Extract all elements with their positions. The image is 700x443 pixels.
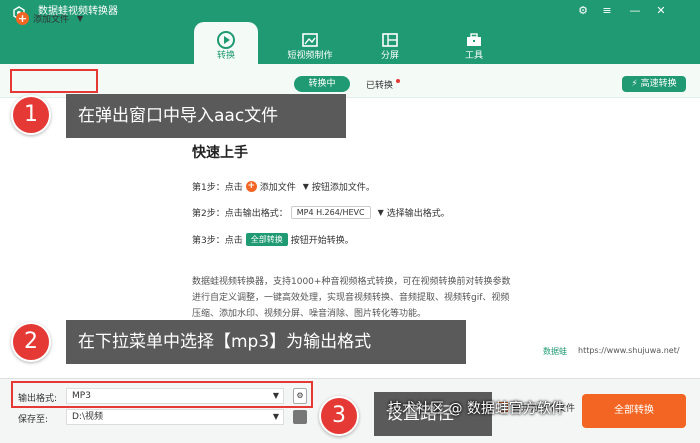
tab-label: 转换 — [216, 51, 235, 61]
watermark: 技术社区 @ 数据蛙官方软件 — [388, 401, 565, 417]
step-text: 按钮开始转换。 — [290, 236, 354, 246]
highlight-box-add-file — [10, 69, 98, 93]
toolbox-icon — [467, 33, 481, 46]
split-screen-icon — [382, 33, 398, 47]
tab-tools[interactable]: 工具 — [442, 22, 506, 64]
minimize-button[interactable]: — — [628, 4, 642, 18]
format-chip: MP4 H.264/HEVC — [290, 206, 371, 219]
plus-icon: + — [16, 11, 29, 25]
add-file-button[interactable]: + 添加文件 ▼ — [16, 10, 83, 26]
close-button[interactable]: ✕ — [654, 4, 668, 18]
step-number-2: 2 — [11, 322, 51, 362]
video-make-icon — [302, 33, 318, 47]
folder-icon[interactable] — [293, 410, 307, 424]
step-text: 第1步：点击 — [192, 183, 243, 193]
settings-icon[interactable]: ⚙ — [576, 4, 590, 18]
lightning-icon: ⚡ — [631, 79, 638, 89]
convert-icon — [217, 31, 235, 49]
tab-converting[interactable]: 转换中 — [294, 76, 350, 92]
step-number-3: 3 — [319, 396, 359, 436]
callout-2: 在下拉菜单中选择【mp3】为输出格式 — [66, 320, 466, 364]
tab-split-screen[interactable]: 分屏 — [358, 22, 422, 64]
app-description: 数据蛙视频转换器，支持1000+种音视频格式转换，可在视频转换前对转换参数进行自… — [192, 277, 511, 319]
tab-label: 分屏 — [380, 51, 399, 61]
step-text: 选择输出格式。 — [386, 209, 450, 219]
menu-icon[interactable]: ≡ — [600, 4, 614, 18]
tab-short-video[interactable]: 短视频制作 — [278, 22, 342, 64]
fast-convert-button[interactable]: ⚡ 高速转换 — [622, 76, 686, 92]
callout-1: 在弹出窗口中导入aac文件 — [66, 94, 346, 138]
chevron-down-icon: ▼ — [377, 208, 384, 217]
chevron-down-icon: ▼ — [302, 182, 309, 191]
quick-start-title: 快速上手 — [192, 145, 248, 161]
highlight-box-output-format — [11, 381, 313, 408]
step-2: 第2步：点击输出格式： MP4 H.264/HEVC ▼ 选择输出格式。 — [192, 206, 450, 219]
chevron-down-icon[interactable]: ▼ — [77, 14, 83, 23]
tab-converted[interactable]: 已转换 — [366, 78, 393, 91]
notification-dot — [396, 79, 400, 83]
convert-all-button[interactable]: 全部转换 — [582, 394, 686, 428]
step-text: 按钮添加文件。 — [311, 183, 375, 193]
brand-logo-text: 数据蛙 — [543, 347, 567, 356]
tab-label: 短视频制作 — [287, 51, 333, 61]
tab-convert[interactable]: 转换 — [194, 22, 258, 64]
website-url[interactable]: https://www.shujuwa.net/ — [578, 346, 680, 355]
step-text: 第2步：点击输出格式： — [192, 209, 288, 219]
step-3: 第3步：点击 全部转换 按钮开始转换。 — [192, 233, 354, 246]
save-path-input[interactable]: D:\视频 ▼ — [66, 409, 284, 425]
save-to-label: 保存至: — [18, 415, 49, 425]
add-file-label: 添加文件 — [33, 14, 70, 25]
step-text: 第3步：点击 — [192, 236, 243, 246]
chevron-down-icon: ▼ — [272, 412, 279, 421]
step-number-1: 1 — [11, 95, 51, 135]
toolbar — [0, 64, 700, 98]
fast-convert-label: 高速转换 — [640, 79, 677, 89]
plus-icon: + — [245, 181, 257, 192]
tab-label: 工具 — [464, 51, 483, 61]
save-path-value: D:\视频 — [72, 412, 103, 422]
step-button-label: 添加文件 — [259, 183, 296, 193]
convert-all-chip: 全部转换 — [245, 233, 288, 246]
title-bar: 数据蛙视频转换器 ⚙ ≡ — ✕ 转换 短视频制作 分屏 工具 — [0, 0, 700, 64]
step-1: 第1步：点击 + 添加文件 ▼ 按钮添加文件。 — [192, 180, 375, 193]
